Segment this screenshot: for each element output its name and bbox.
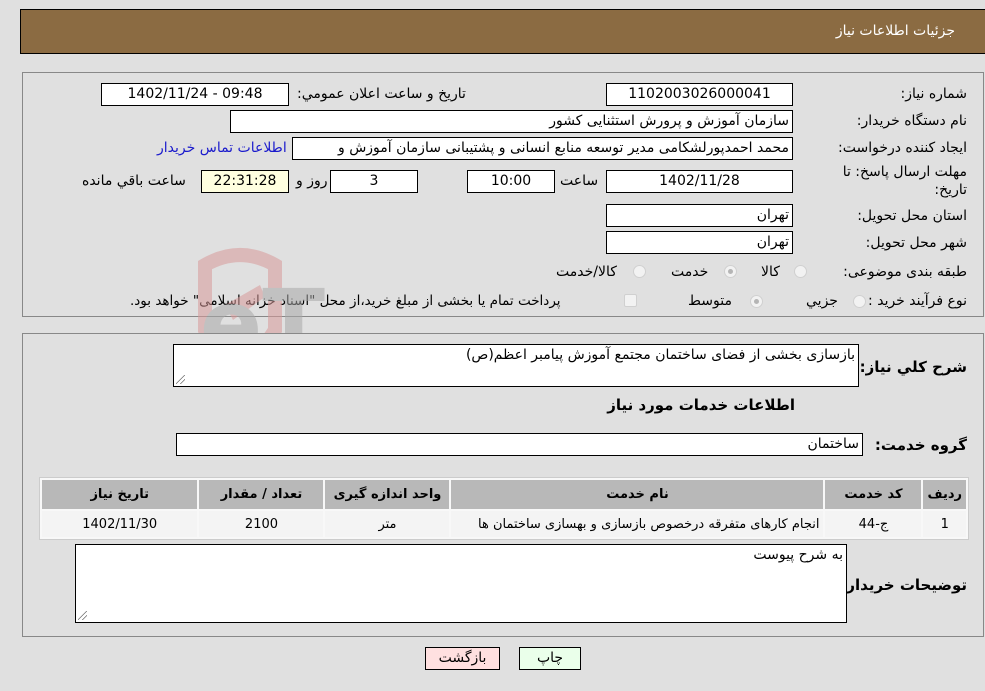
print-button[interactable]: چاپ [519,647,581,670]
description-textarea[interactable]: بازسازی بخشی از فضای ساختمان مجتمع آموزش… [173,344,859,387]
service-group-label: گروه خدمت: [874,436,967,454]
announce-label: تاریخ و ساعت اعلان عمومي: [297,86,466,102]
province-field: تهران [606,204,793,227]
cell-service-name: انجام کارهای متفرقه درخصوص بازسازی و بهس… [451,511,824,537]
category-radio-service[interactable] [724,265,737,278]
buyer-org-field: سازمان آموزش و پرورش استثنایی کشور [230,110,793,133]
services-table: ردیف کد خدمت نام خدمت واحد اندازه گیری ت… [39,477,969,540]
resize-grip-icon[interactable] [78,611,87,620]
category-option-goods: کالا [761,264,780,280]
col-row-number: ردیف [923,480,966,509]
deadline-date-field: 1402/11/28 [606,170,793,193]
cell-unit: متر [325,511,450,537]
process-option-medium: متوسط [688,293,732,309]
need-info-panel [22,72,984,317]
cell-quantity: 2100 [199,511,324,537]
service-group-field: ساختمان [176,433,863,456]
table-header-row: ردیف کد خدمت نام خدمت واحد اندازه گیری ت… [42,480,966,509]
deadline-label: مهلت ارسال پاسخ: تا [842,164,967,180]
col-unit: واحد اندازه گیری [325,480,450,509]
page-title: جزئیات اطلاعات نیاز [835,23,955,39]
resize-grip-icon[interactable] [176,375,185,384]
cell-need-date: 1402/11/30 [42,511,198,537]
process-radio-medium[interactable] [750,295,763,308]
col-need-date: تاریخ نیاز [42,480,198,509]
remaining-time-field: 22:31:28 [201,170,289,193]
category-radio-goods-service[interactable] [633,265,646,278]
description-label: شرح کلي نياز: [859,358,967,376]
deadline-time-label: ساعت [560,173,599,189]
city-field: تهران [606,231,793,254]
back-button[interactable]: بازگشت [425,647,500,670]
page-header: جزئیات اطلاعات نیاز [20,9,985,54]
days-remaining-field: 3 [330,170,418,193]
category-label: طبقه بندی موضوعی: [843,264,967,280]
category-option-service: خدمت [671,264,709,280]
category-option-goods-service: کالا/خدمت [556,264,617,280]
cell-row-number: 1 [923,511,966,537]
services-section-title: اطلاعات خدمات مورد نیاز [607,396,795,414]
days-label: روز و [296,173,328,189]
deadline-label-date: تاریخ: [934,182,967,198]
col-quantity: تعداد / مقدار [199,480,324,509]
province-label: استان محل تحویل: [857,208,967,224]
creator-label: ایجاد کننده درخواست: [838,140,967,156]
col-service-name: نام خدمت [451,480,824,509]
need-number-label: شماره نیاز: [900,86,968,102]
buyer-notes-text: به شرح پیوست [753,547,843,563]
buyer-notes-textarea[interactable]: به شرح پیوست [75,544,847,623]
process-option-minor: جزيي [806,293,838,309]
announce-datetime-field: 1402/11/24 - 09:48 [101,83,289,106]
cell-service-code: ج-44 [825,511,922,537]
treasury-checkbox[interactable] [624,294,637,307]
buyer-contact-link[interactable]: اطلاعات تماس خریدار [157,140,287,156]
description-text: بازسازی بخشی از فضای ساختمان مجتمع آموزش… [465,347,855,363]
table-row: 1 ج-44 انجام کارهای متفرقه درخصوص بازساز… [42,511,966,537]
buyer-notes-label: توضیحات خریدار: [840,576,967,594]
buyer-org-label: نام دستگاه خريدار: [856,113,967,129]
treasury-note: پرداخت تمام یا بخشی از مبلغ خرید،از محل … [130,293,561,309]
city-label: شهر محل تحویل: [865,235,967,251]
need-number-field: 1102003026000041 [606,83,793,106]
process-radio-minor[interactable] [853,295,866,308]
deadline-time-field: 10:00 [467,170,555,193]
remaining-time-label: ساعت باقي مانده [82,173,186,189]
creator-field: محمد احمدپورلشکامی مدیر توسعه منابع انسا… [292,137,793,160]
category-radio-goods[interactable] [794,265,807,278]
col-service-code: کد خدمت [825,480,922,509]
process-type-label: نوع فرآیند خرید : [868,293,967,309]
